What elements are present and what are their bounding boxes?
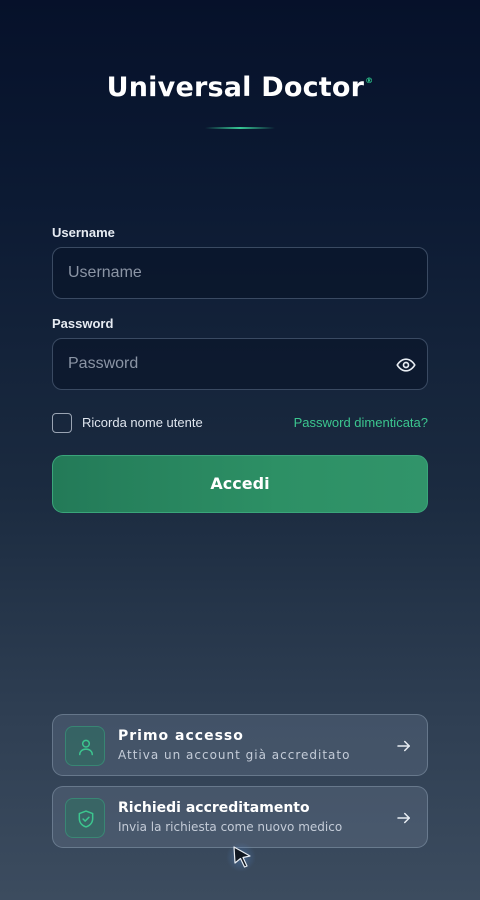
eye-icon[interactable] <box>396 355 416 375</box>
shield-check-icon <box>78 810 94 828</box>
card-subtitle: Attiva un account già accreditato <box>118 748 351 762</box>
title-underline <box>205 127 275 129</box>
arrow-right-icon <box>397 812 410 824</box>
app-title-text: Universal Doctor <box>106 72 365 103</box>
username-label: Username <box>52 225 115 240</box>
mouse-pointer-icon <box>233 846 251 868</box>
card-title: Richiedi accreditamento <box>118 800 310 816</box>
arrow-right-icon <box>397 740 410 752</box>
app-title: Universal Doctor® <box>0 72 480 103</box>
remember-checkbox[interactable] <box>52 413 72 433</box>
card-subtitle: Invia la richiesta come nuovo medico <box>118 820 343 834</box>
remember-label[interactable]: Ricorda nome utente <box>82 415 203 430</box>
trademark-symbol: ® <box>365 76 374 85</box>
card-icon-box <box>65 798 105 838</box>
card-title: Primo accesso <box>118 728 244 744</box>
login-button[interactable]: Accedi <box>52 455 428 513</box>
first-access-card[interactable]: Primo accesso Attiva un account già accr… <box>52 714 428 776</box>
username-field-box[interactable] <box>52 247 428 299</box>
forgot-password-link[interactable]: Password dimenticata? <box>294 415 428 430</box>
request-accreditation-card[interactable]: Richiedi accreditamento Invia la richies… <box>52 786 428 848</box>
card-icon-box <box>65 726 105 766</box>
password-field-box[interactable] <box>52 338 428 390</box>
password-label: Password <box>52 316 114 331</box>
password-input[interactable] <box>53 339 427 389</box>
user-icon <box>79 739 93 756</box>
username-input[interactable] <box>53 248 427 298</box>
